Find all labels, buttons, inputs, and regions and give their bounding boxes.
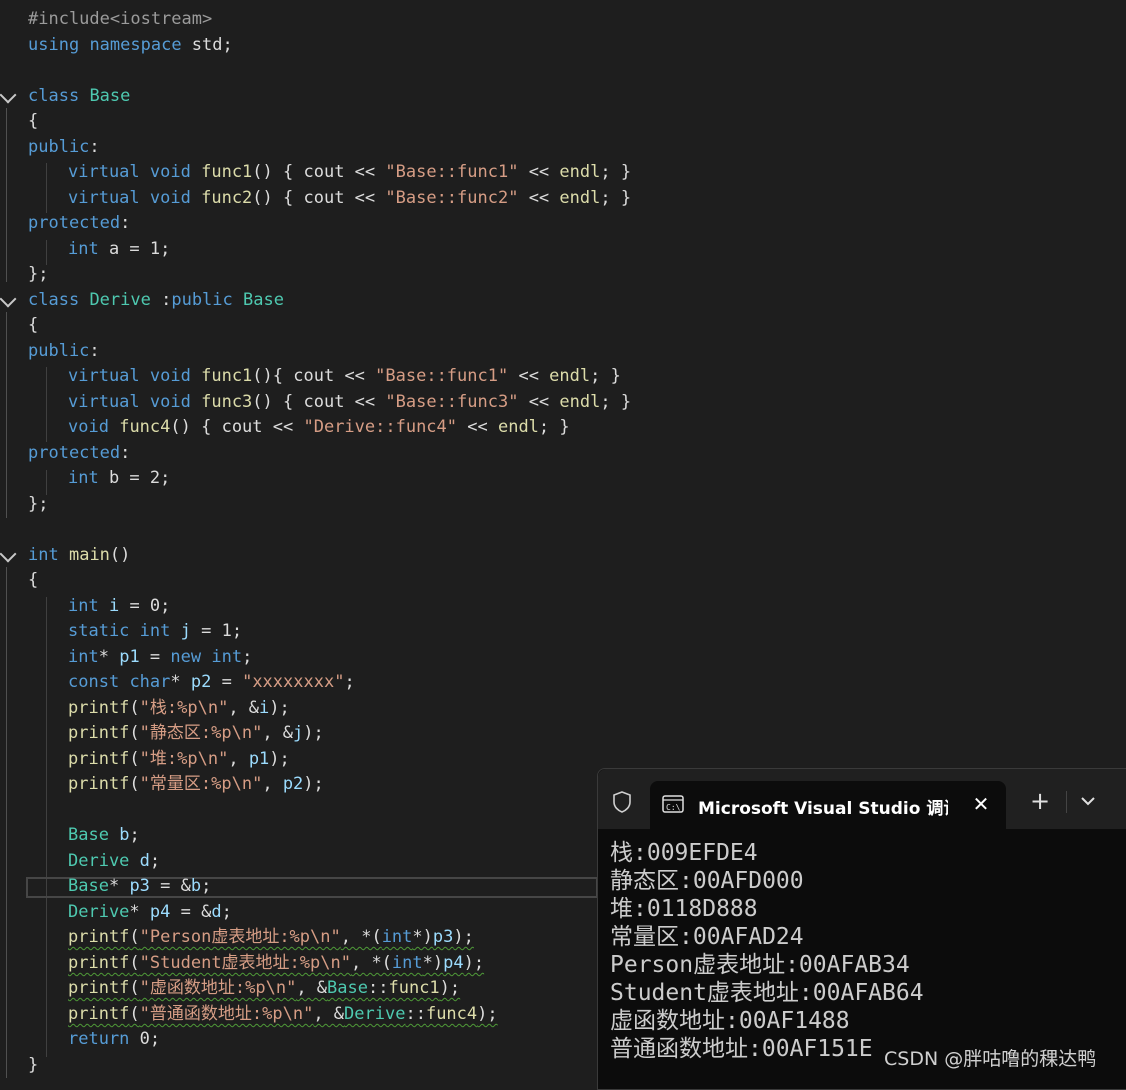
indent-guide [6, 108, 7, 282]
chevron-down-icon[interactable] [0, 545, 17, 563]
chevron-down-icon[interactable] [1076, 789, 1100, 813]
code-line: } [28, 1055, 39, 1075]
code-line: { [28, 570, 39, 590]
code-line: printf("栈:%p\n", &i); [68, 698, 290, 718]
code-line: public: [28, 137, 100, 157]
code-line: static int j = 1; [68, 621, 243, 641]
terminal-titlebar[interactable]: C:\ Microsoft Visual Studio 调试控 ✕ + [598, 769, 1126, 829]
code-line: #include<iostream> [28, 9, 213, 29]
code-line: virtual void func1() { cout << "Base::fu… [68, 162, 632, 182]
svg-text:C:\: C:\ [666, 803, 681, 812]
indent-guide [46, 597, 47, 1057]
code-line: int a = 1; [68, 239, 171, 259]
code-line: { [28, 111, 39, 131]
indent-guide [6, 567, 7, 1078]
code-line: printf("常量区:%p\n", p2); [68, 774, 324, 794]
code-line: printf("Person虚表地址:%p\n", *(int*)p3); [68, 927, 474, 947]
code-line: { [28, 315, 39, 335]
code-line: printf("堆:%p\n", p1); [68, 749, 290, 769]
code-line: Derive* p4 = &d; [68, 902, 232, 922]
code-line: printf("静态区:%p\n", &j); [68, 723, 324, 743]
plus-icon[interactable]: + [1026, 787, 1054, 815]
indent-guide [46, 367, 47, 442]
code-line: virtual void func1(){ cout << "Base::fun… [68, 366, 621, 386]
code-line: public: [28, 341, 100, 361]
shield-icon[interactable] [612, 791, 632, 813]
indent-guide [6, 312, 7, 518]
indent-guide [46, 163, 47, 213]
code-line: const char* p2 = "xxxxxxxx"; [68, 672, 355, 692]
tab-title: Microsoft Visual Studio 调试控 [698, 799, 948, 819]
code-line: return 0; [68, 1029, 161, 1049]
chevron-down-icon[interactable] [0, 86, 17, 104]
code-line: Base* p3 = &b; [68, 876, 212, 896]
code-line: }; [28, 264, 49, 284]
close-icon[interactable]: ✕ [968, 791, 994, 817]
code-line: virtual void func3() { cout << "Base::fu… [68, 392, 632, 412]
code-line: int b = 2; [68, 468, 171, 488]
code-line: printf("普通函数地址:%p\n", &Derive::func4); [68, 1004, 498, 1024]
chevron-down-icon[interactable] [0, 290, 17, 308]
tab-separator [1066, 791, 1067, 813]
code-line: void func4() { cout << "Derive::func4" <… [68, 417, 570, 437]
code-line: Derive d; [68, 851, 161, 871]
terminal-icon: C:\ [662, 795, 684, 813]
code-line: int i = 0; [68, 596, 171, 616]
code-line: virtual void func2() { cout << "Base::fu… [68, 188, 632, 208]
debug-console-window[interactable]: C:\ Microsoft Visual Studio 调试控 ✕ + 栈:00… [597, 768, 1126, 1090]
code-line: int* p1 = new int; [68, 647, 253, 667]
code-line: class Derive :public Base [28, 290, 284, 310]
code-line: printf("虚函数地址:%p\n", &Base::func1); [68, 978, 461, 998]
code-line: protected: [28, 443, 131, 463]
code-line: class Base [28, 86, 131, 106]
code-line: }; [28, 494, 49, 514]
code-line: protected: [28, 213, 131, 233]
terminal-tab[interactable]: C:\ Microsoft Visual Studio 调试控 ✕ [650, 781, 1006, 829]
watermark: CSDN @胖咕噜的稞达鸭 [884, 1048, 1097, 1070]
code-line: int main() [28, 545, 131, 565]
code-line: using namespace std; [28, 35, 233, 55]
terminal-output: 栈:009EFDE4 静态区:00AFD000 堆:0118D888 常量区:0… [610, 840, 924, 1062]
code-line: Base b; [68, 825, 140, 845]
code-line: printf("Student虚表地址:%p\n", *(int*)p4); [68, 953, 485, 973]
